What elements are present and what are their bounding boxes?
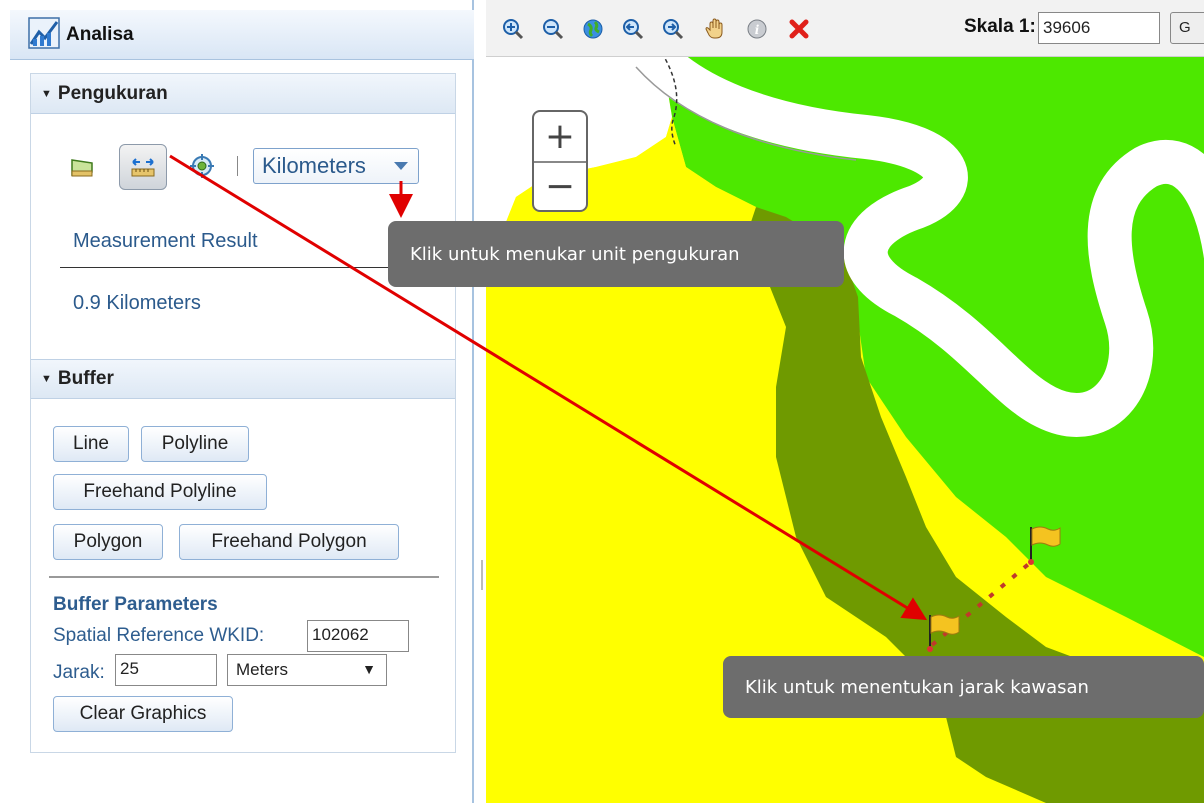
scale-input[interactable]: 39606 — [1038, 12, 1160, 44]
wkid-label: Spatial Reference WKID: — [53, 625, 265, 646]
collapse-triangle-icon: ▼ — [41, 373, 52, 385]
polygon-button[interactable]: Polygon — [53, 524, 163, 560]
chart-logo-icon — [28, 16, 60, 49]
globe-icon — [583, 19, 603, 39]
collapse-triangle-icon: ▼ — [41, 87, 52, 100]
buffer-header-label: Buffer — [57, 368, 114, 389]
identify-tool[interactable]: i — [744, 16, 770, 42]
area-tool-button[interactable] — [67, 152, 97, 182]
zoom-out-icon — [543, 19, 564, 40]
scale-go-button[interactable]: G — [1170, 12, 1204, 44]
map-toolbar: i Skala 1: 39606 G — [486, 0, 1204, 57]
units-selected-label: Kilometers — [262, 153, 366, 178]
zoom-out-tool[interactable] — [540, 16, 566, 42]
panel-splitter[interactable] — [481, 560, 483, 590]
close-icon — [789, 19, 809, 39]
distance-measure-icon — [131, 158, 155, 177]
zoom-in-icon — [503, 19, 524, 40]
next-extent-tool[interactable] — [660, 16, 686, 42]
pan-tool[interactable] — [702, 16, 728, 42]
scale-label: Skala 1: — [964, 16, 1036, 37]
chevron-down-icon — [394, 162, 408, 170]
freehand-polygon-button[interactable]: Freehand Polygon — [179, 524, 399, 560]
analysis-panel: Analisa ▼ Pengukuran Kilometers Measurem… — [0, 0, 474, 803]
freehand-polyline-button[interactable]: Freehand Polyline — [53, 474, 267, 510]
location-crosshair-icon — [190, 154, 214, 178]
result-divider — [60, 267, 440, 268]
measurement-header-label: Pengukuran — [57, 82, 168, 104]
buffer-section-header[interactable]: ▼ Buffer — [31, 359, 455, 399]
zoom-in-tool[interactable] — [500, 16, 526, 42]
clear-graphics-button[interactable]: Clear Graphics — [53, 696, 233, 732]
panel-body: ▼ Pengukuran Kilometers Measurement Resu… — [30, 73, 456, 753]
distance-tool-button[interactable] — [119, 144, 167, 190]
zoom-previous-icon — [623, 19, 644, 40]
units-dropdown[interactable]: Kilometers — [253, 148, 419, 184]
polyline-button[interactable]: Polyline — [141, 426, 249, 462]
area-measure-icon — [71, 159, 93, 177]
buffer-divider — [49, 576, 439, 578]
line-button[interactable]: Line — [53, 426, 129, 462]
hand-pan-icon — [705, 18, 723, 39]
jarak-input[interactable]: 25 — [115, 654, 217, 686]
location-tool-button[interactable] — [187, 150, 217, 182]
measurement-result-value: 0.9 Kilometers — [73, 292, 201, 314]
measurement-result-label: Measurement Result — [73, 230, 258, 252]
tool-separator — [237, 156, 238, 176]
previous-extent-tool[interactable] — [620, 16, 646, 42]
measurement-section-header[interactable]: ▼ Pengukuran — [31, 74, 455, 114]
wkid-input[interactable]: 102062 — [307, 620, 409, 652]
callout-distance: Klik untuk menentukan jarak kawasan — [723, 656, 1204, 718]
jarak-unit-label: Meters — [236, 660, 288, 679]
callout-units: Klik untuk menukar unit pengukuran — [388, 221, 844, 287]
clear-map-tool[interactable] — [786, 16, 812, 42]
panel-title: Analisa — [66, 23, 134, 45]
full-extent-tool[interactable] — [580, 16, 606, 42]
zoom-out-button[interactable]: − — [534, 162, 586, 211]
zoom-control: + − — [532, 110, 588, 212]
zoom-next-icon — [663, 19, 684, 40]
panel-title-bar: Analisa — [10, 10, 474, 60]
jarak-label: Jarak: — [53, 662, 105, 683]
info-icon: i — [747, 19, 767, 39]
buffer-parameters-title: Buffer Parameters — [53, 594, 218, 615]
jarak-unit-select[interactable]: Meters ▼ — [227, 654, 387, 686]
zoom-in-button[interactable]: + — [534, 112, 586, 163]
svg-text:i: i — [755, 23, 760, 37]
dropdown-arrow-icon: ▼ — [362, 661, 376, 677]
